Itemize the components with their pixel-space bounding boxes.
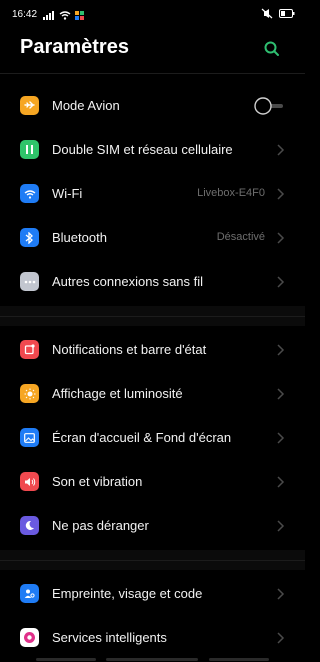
brightness-icon — [20, 384, 39, 403]
settings-row-label: Services intelligents — [52, 630, 167, 645]
notification-icon — [20, 340, 39, 359]
chevron-right-icon — [277, 144, 285, 156]
settings-row-label: Wi-Fi — [52, 186, 83, 201]
status-time: 16:42 — [12, 9, 38, 20]
status-icons-left — [43, 9, 84, 21]
settings-row-notifications[interactable]: Notifications et barre d'état — [0, 328, 305, 372]
status-icons-right — [261, 8, 295, 19]
status-bar: 16:42 — [0, 0, 305, 30]
mute-icon — [261, 8, 273, 19]
wallpaper-icon — [20, 428, 39, 447]
battery-icon — [279, 9, 295, 18]
section-divider — [0, 560, 305, 561]
signal-icon — [43, 10, 54, 20]
settings-row-label: Son et vibration — [52, 474, 143, 489]
settings-row-autres-connexions[interactable]: Autres connexions sans fil — [0, 260, 305, 304]
moon-icon — [20, 516, 39, 535]
chevron-right-icon — [277, 276, 285, 288]
more-icon — [20, 272, 39, 291]
settings-row-son[interactable]: Son et vibration — [0, 460, 305, 504]
settings-row-affichage[interactable]: Affichage et luminosité — [0, 372, 305, 416]
chevron-right-icon — [277, 520, 285, 532]
chevron-right-icon — [277, 388, 285, 400]
chevron-right-icon — [277, 188, 285, 200]
airplane-mode-toggle[interactable] — [253, 96, 285, 116]
wifi-network-value: Livebox-E4F0 — [197, 187, 265, 199]
settings-row-label: Empreinte, visage et code — [52, 586, 203, 601]
chevron-right-icon — [277, 432, 285, 444]
settings-row-ne-pas-deranger[interactable]: Ne pas déranger — [0, 504, 305, 548]
settings-row-label: Notifications et barre d'état — [52, 342, 207, 357]
sound-icon — [20, 472, 39, 491]
section-divider — [0, 316, 305, 317]
fingerprint-icon — [20, 584, 39, 603]
settings-row-double-sim[interactable]: Double SIM et réseau cellulaire — [0, 128, 305, 172]
settings-row-label: Mode Avion — [52, 98, 120, 113]
airplane-icon — [20, 96, 39, 115]
chevron-right-icon — [277, 232, 285, 244]
page-header: Paramètres — [0, 32, 305, 72]
bluetooth-icon — [20, 228, 39, 247]
wifi-status-icon — [59, 10, 71, 20]
settings-row-label: Écran d'accueil & Fond d'écran — [52, 430, 232, 445]
bluetooth-status-value: Désactivé — [216, 231, 265, 243]
chevron-right-icon — [277, 632, 285, 644]
navigation-bar — [36, 658, 269, 661]
settings-row-label: Autres connexions sans fil — [52, 274, 204, 289]
chevron-right-icon — [277, 344, 285, 356]
chevron-right-icon — [277, 476, 285, 488]
app-notification-icon — [75, 10, 84, 20]
sim-icon — [20, 140, 39, 159]
settings-row-label: Bluetooth — [52, 230, 107, 245]
chevron-right-icon — [277, 588, 285, 600]
settings-row-bluetooth[interactable]: Bluetooth Désactivé — [0, 216, 305, 260]
settings-row-wifi[interactable]: Wi-Fi Livebox-E4F0 — [0, 172, 305, 216]
settings-row-services[interactable]: Services intelligents — [0, 616, 305, 660]
settings-row-label: Affichage et luminosité — [52, 386, 183, 401]
page-title: Paramètres — [20, 36, 129, 58]
wifi-icon — [20, 184, 39, 203]
search-icon[interactable] — [263, 40, 281, 58]
settings-row-empreinte[interactable]: Empreinte, visage et code — [0, 572, 305, 616]
settings-row-ecran-accueil[interactable]: Écran d'accueil & Fond d'écran — [0, 416, 305, 460]
settings-row-mode-avion[interactable]: Mode Avion — [0, 84, 305, 128]
settings-row-label: Ne pas déranger — [52, 518, 149, 533]
settings-row-label: Double SIM et réseau cellulaire — [52, 142, 233, 157]
header-divider — [0, 73, 305, 74]
smart-icon — [20, 628, 39, 647]
